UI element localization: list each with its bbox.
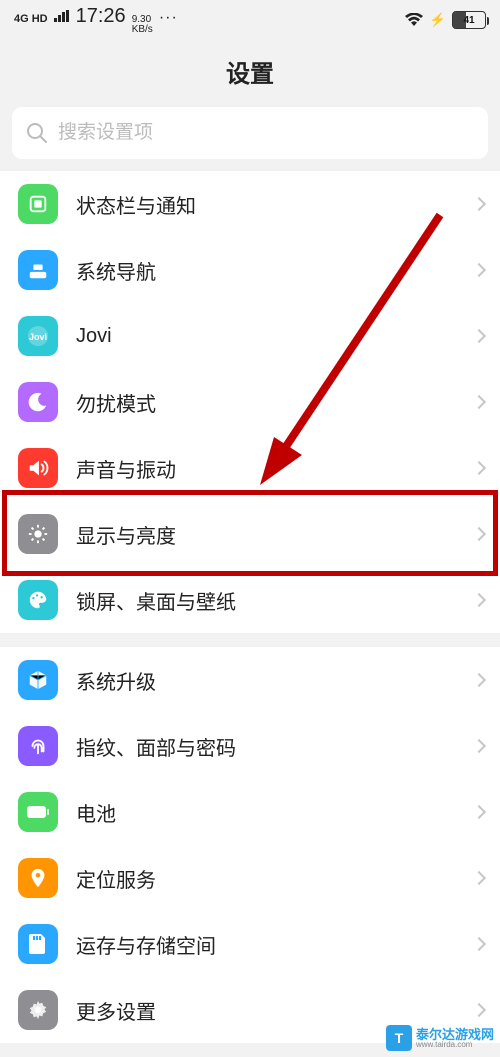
status-bar: 4G HD 17:26 9.30KB/s ··· ⚡ 41 — [0, 0, 500, 40]
bright-icon — [18, 514, 58, 554]
chevron-right-icon — [472, 673, 486, 687]
jovi-icon: Jovi — [18, 316, 58, 356]
row-system-nav[interactable]: 系统导航 — [0, 237, 500, 303]
row-label: 显示与亮度 — [76, 520, 474, 549]
status-right: ⚡ 41 — [404, 11, 486, 29]
search-bar[interactable] — [12, 107, 488, 159]
chevron-right-icon — [472, 871, 486, 885]
chevron-right-icon — [472, 739, 486, 753]
svg-text:Jovi: Jovi — [29, 332, 47, 342]
row-sound[interactable]: 声音与振动 — [0, 435, 500, 501]
row-label: 锁屏、桌面与壁纸 — [76, 586, 474, 615]
moon-icon — [18, 382, 58, 422]
signal-label: 4G HD — [14, 13, 48, 25]
wifi-icon — [404, 13, 424, 27]
row-system-update[interactable]: 系统升级 — [0, 647, 500, 713]
notif-icon — [18, 184, 58, 224]
nav-icon — [18, 250, 58, 290]
status-left: 4G HD 17:26 9.30KB/s ··· — [14, 5, 178, 35]
search-input[interactable] — [58, 122, 474, 144]
chevron-right-icon — [472, 329, 486, 343]
battery-text: 41 — [453, 15, 485, 26]
chevron-right-icon — [472, 461, 486, 475]
search-icon — [26, 122, 48, 144]
location-icon — [18, 858, 58, 898]
watermark-cn: 泰尔达游戏网 — [416, 1028, 494, 1041]
net-speed: 9.30KB/s — [132, 15, 153, 35]
row-label: 状态栏与通知 — [76, 190, 474, 219]
row-storage[interactable]: 运存与存储空间 — [0, 911, 500, 977]
row-dnd[interactable]: 勿扰模式 — [0, 369, 500, 435]
row-jovi[interactable]: Jovi Jovi — [0, 303, 500, 369]
palette-icon — [18, 580, 58, 620]
chevron-right-icon — [472, 937, 486, 951]
row-battery[interactable]: 电池 — [0, 779, 500, 845]
settings-group: 系统升级指纹、面部与密码电池定位服务运存与存储空间更多设置 — [0, 647, 500, 1043]
row-label: 勿扰模式 — [76, 388, 474, 417]
row-display[interactable]: 显示与亮度 — [0, 501, 500, 567]
chevron-right-icon — [472, 197, 486, 211]
row-biometrics[interactable]: 指纹、面部与密码 — [0, 713, 500, 779]
row-label: 系统导航 — [76, 256, 474, 285]
signal-icon — [54, 10, 70, 22]
clock: 17:26 — [76, 5, 126, 28]
chevron-right-icon — [472, 527, 486, 541]
row-label: 电池 — [76, 798, 474, 827]
gear-icon — [18, 990, 58, 1030]
watermark: T 泰尔达游戏网 www.tairda.com — [386, 1025, 494, 1051]
more-icon: ··· — [159, 9, 178, 27]
fingerprint-icon — [18, 726, 58, 766]
sound-icon — [18, 448, 58, 488]
battery-icon — [18, 792, 58, 832]
row-location[interactable]: 定位服务 — [0, 845, 500, 911]
watermark-logo: T — [386, 1025, 412, 1051]
cube-icon — [18, 660, 58, 700]
search-container — [0, 107, 500, 171]
row-label: 更多设置 — [76, 996, 474, 1025]
chevron-right-icon — [472, 1003, 486, 1017]
settings-group: 状态栏与通知系统导航 Jovi Jovi 勿扰模式声音与振动显示与亮度锁屏、桌面与壁纸 — [0, 171, 500, 633]
row-label: Jovi — [76, 325, 474, 348]
row-label: 定位服务 — [76, 864, 474, 893]
battery-icon: 41 — [452, 11, 486, 29]
row-label: 运存与存储空间 — [76, 930, 474, 959]
watermark-en: www.tairda.com — [416, 1041, 494, 1049]
chevron-right-icon — [472, 395, 486, 409]
row-label: 指纹、面部与密码 — [76, 732, 474, 761]
chevron-right-icon — [472, 593, 486, 607]
page-title: 设置 — [0, 40, 500, 107]
sd-icon — [18, 924, 58, 964]
row-label: 系统升级 — [76, 666, 474, 695]
row-label: 声音与振动 — [76, 454, 474, 483]
chevron-right-icon — [472, 805, 486, 819]
row-status-notif[interactable]: 状态栏与通知 — [0, 171, 500, 237]
row-lockscreen[interactable]: 锁屏、桌面与壁纸 — [0, 567, 500, 633]
chevron-right-icon — [472, 263, 486, 277]
charge-icon: ⚡ — [430, 12, 446, 28]
